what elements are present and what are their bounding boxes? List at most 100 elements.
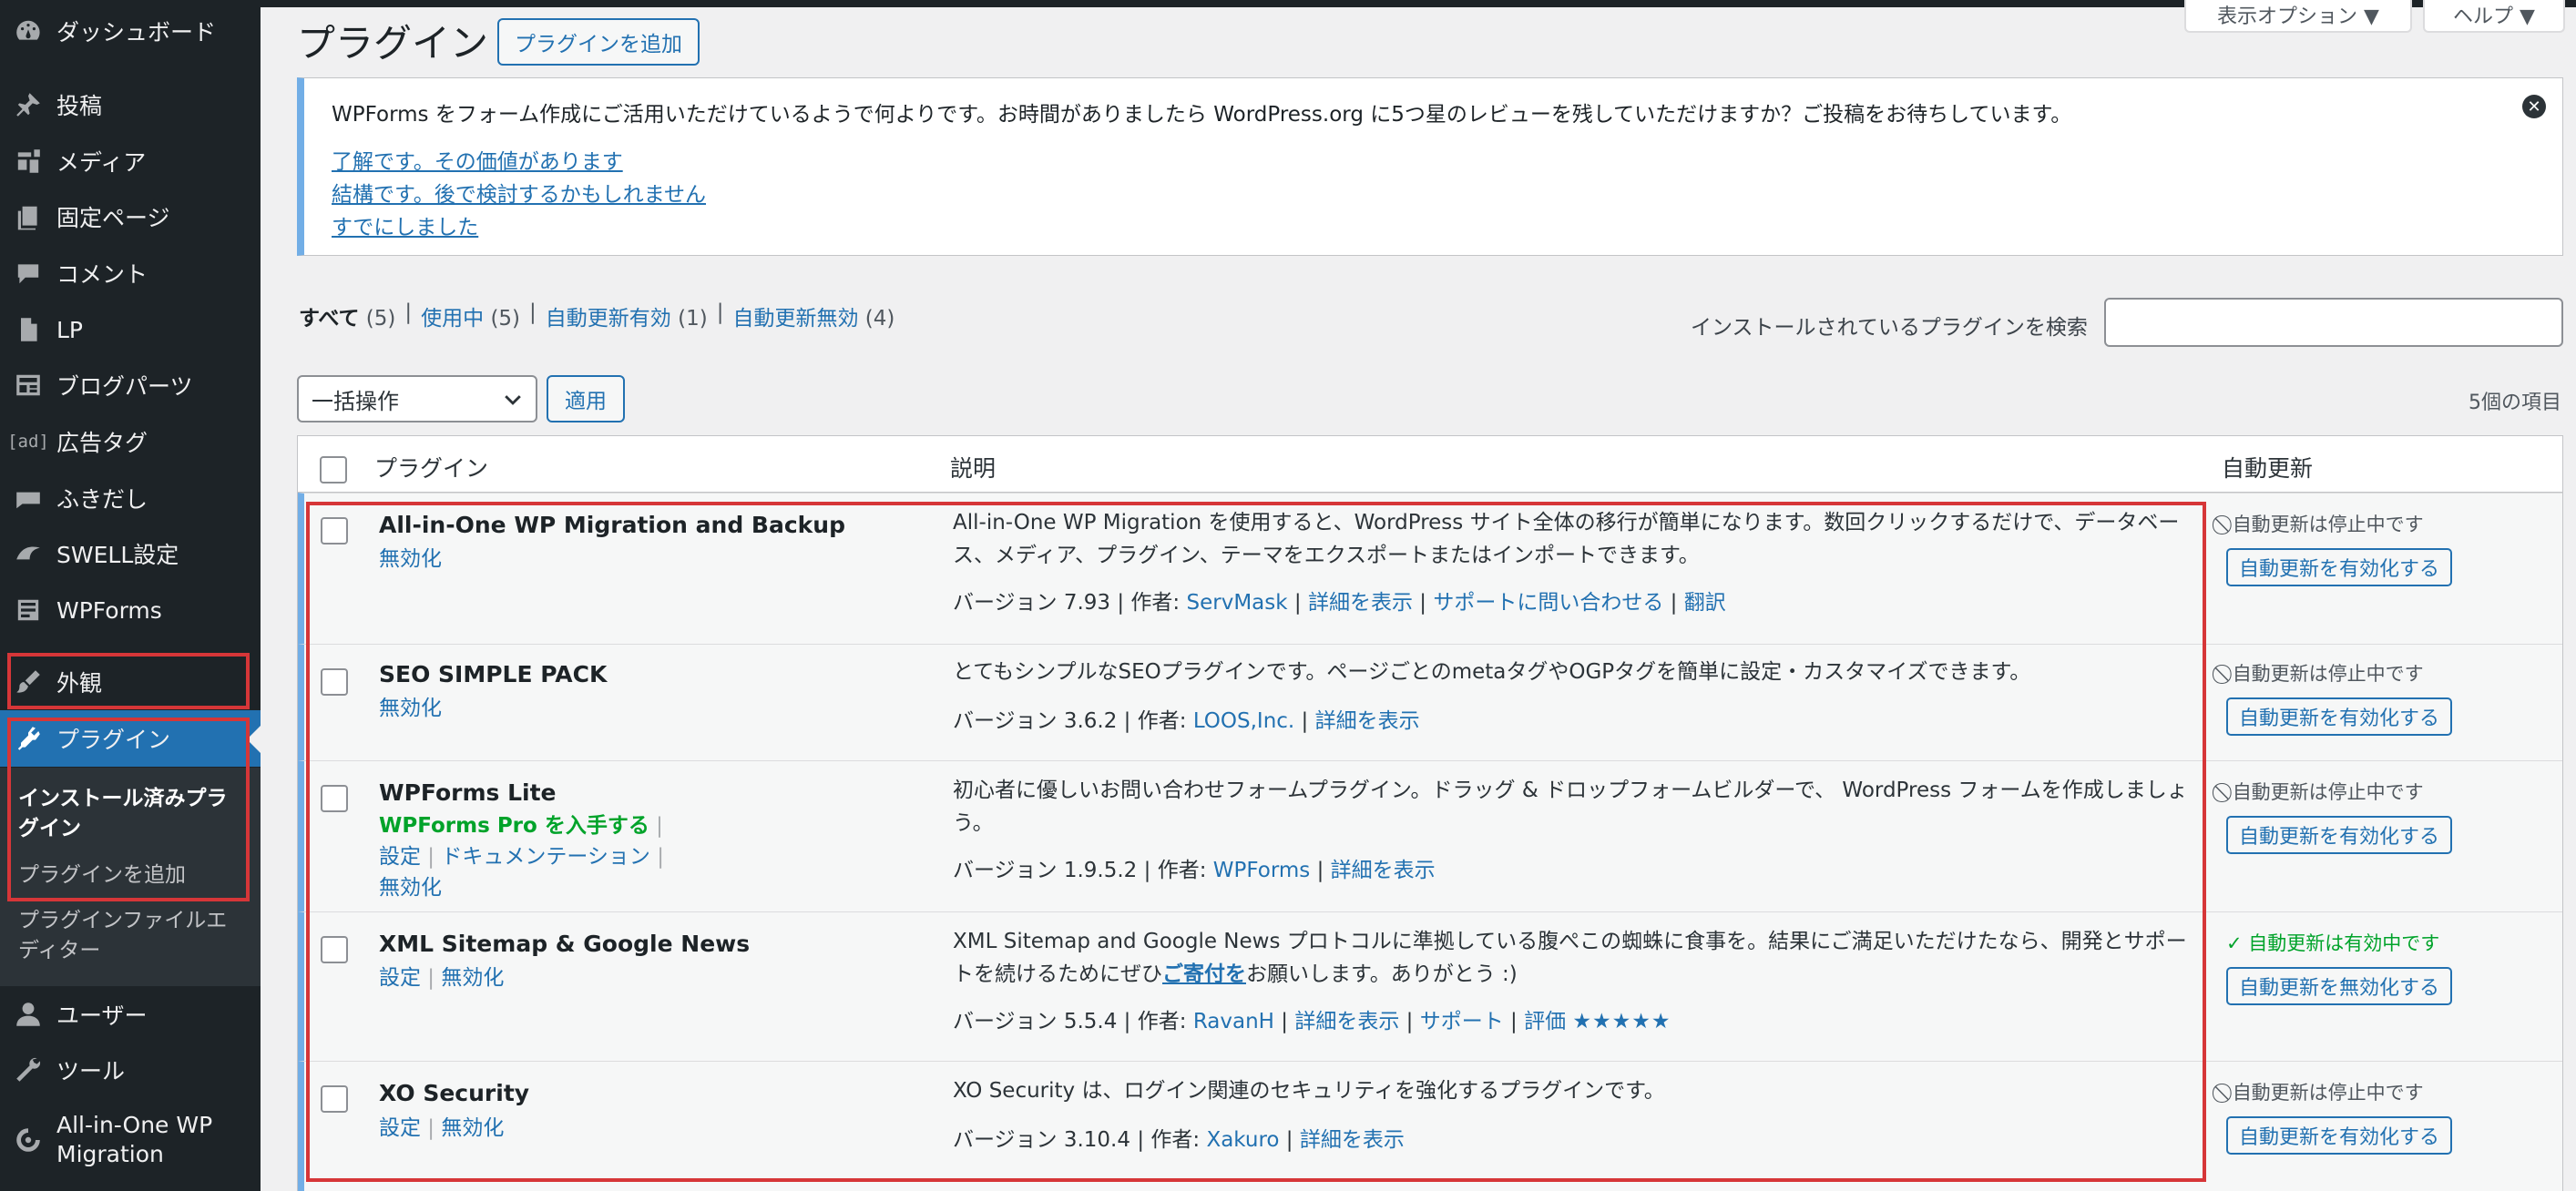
page-title: プラグイン [297,21,489,66]
sidebar-item-label: LP [56,316,84,343]
filter-auto-on-count: (1) [678,307,708,331]
form-icon [0,596,56,625]
sidebar-item-label: 固定ページ [56,205,170,231]
filter-active-label: 使用中 [421,307,485,331]
enable-auto-update-button[interactable]: 自動更新を有効化する [2226,816,2453,854]
filter-auto-update-enabled[interactable]: 自動更新有効 (1) [546,300,708,331]
sidebar-item-dashboard[interactable]: ダッシュボード [0,3,261,59]
sidebar-item-label: All-in-One WP Migration [56,1112,213,1167]
plugin-search-input[interactable] [2104,298,2563,347]
auto-update-status: ⃠ 自動更新は停止中です [2226,510,2424,537]
sidebar-item-posts[interactable]: 投稿 [0,76,261,133]
swell-icon [0,539,56,568]
dashboard-icon [0,16,56,46]
page-icon [0,202,56,231]
sidebar-item-label: ユーザー [56,1003,148,1029]
select-all-checkbox[interactable] [320,456,347,484]
filter-separator: | [716,300,724,324]
wrench-icon [0,1055,56,1084]
filter-auto-off-label: 自動更新無効 [732,307,859,331]
auto-update-status-text: 自動更新は有効中です [2248,932,2440,954]
add-plugin-button[interactable]: プラグインを追加 [497,18,700,66]
comment-icon [0,259,56,288]
plugin-status-filters: すべて (5) | 使用中 (5) | 自動更新有効 (1) | 自動更新無効 … [299,300,894,331]
sidebar-item-label: 投稿 [56,93,103,119]
sidebar-item-label: コメント [56,261,148,288]
ad-icon: [ad] [0,432,56,452]
screen-options-tab[interactable]: 表示オプション ▼ [2184,0,2412,33]
disable-auto-update-button[interactable]: 自動更新を無効化する [2226,967,2453,1005]
auto-update-status: ⃠ 自動更新は停止中です [2226,659,2424,687]
filter-separator: | [404,300,413,324]
media-icon [0,147,56,176]
migration-icon [0,1125,56,1155]
column-description: 説明 [950,455,997,482]
user-icon [0,1000,56,1029]
submenu-plugin-file-editor[interactable]: プラグインファイルエディター [18,906,246,966]
sidebar-item-swell-settings[interactable]: SWELL設定 [0,525,261,582]
enable-auto-update-button[interactable]: 自動更新を有効化する [2226,548,2453,586]
notice-link-worth-it[interactable]: 了解です。その価値があります [332,144,623,175]
sidebar-item-label: ブログパーツ [56,373,193,400]
sidebar-item-pages[interactable]: 固定ページ [0,188,261,245]
auto-update-status-text: 自動更新は停止中です [2232,1082,2424,1104]
filter-auto-on-label: 自動更新有効 [545,307,671,331]
items-count: 5個の項目 [2469,392,2561,414]
sidebar-item-blog-parts[interactable]: ブログパーツ [0,357,261,413]
highlight-plugin-rows [306,502,2206,1182]
auto-update-status: ⃠ 自動更新は停止中です [2226,1078,2424,1105]
column-auto-update: 自動更新 [2222,455,2314,482]
filter-auto-off-count: (4) [864,307,895,331]
auto-update-status-text: 自動更新は停止中です [2232,781,2424,803]
checkmark-icon: ✓ [2226,932,2243,954]
wpforms-review-notice: WPForms をフォーム作成にご活用いただけているようで何よりです。お時間があ… [297,77,2563,256]
filter-auto-update-disabled[interactable]: 自動更新無効 (4) [732,300,894,331]
sidebar-item-lp[interactable]: LP [0,301,261,358]
auto-update-status: ⃠ 自動更新は停止中です [2226,778,2424,805]
sidebar-item-media[interactable]: メディア [0,133,261,189]
sidebar-item-label: 広告タグ [56,430,148,456]
document-icon [0,315,56,344]
speech-bubble-icon [0,484,56,513]
notice-message: WPForms をフォーム作成にご活用いただけているようで何よりです。お時間があ… [332,103,2072,127]
layout-icon [0,371,56,400]
admin-sidebar: ダッシュボード 投稿 メディア 固定ページ コメント LP ブログパーツ [ad… [0,0,261,1191]
apply-button[interactable]: 適用 [547,375,625,422]
bulk-action-value: 一括操作 [312,388,399,414]
highlight-appearance [7,653,250,709]
sidebar-item-label: ダッシュボード [56,19,217,46]
sidebar-item-label: WPForms [56,596,162,624]
close-icon[interactable]: ✕ [2522,95,2546,118]
sidebar-item-tools[interactable]: ツール [0,1042,261,1098]
filter-separator: | [529,300,537,324]
sidebar-item-ad-tags[interactable]: [ad] 広告タグ [0,413,261,470]
enable-auto-update-button[interactable]: 自動更新を有効化する [2226,697,2453,736]
sidebar-item-label: ふきだし [56,486,148,513]
sidebar-item-label: SWELL設定 [56,542,179,568]
sidebar-item-users[interactable]: ユーザー [0,986,261,1043]
auto-update-status-text: 自動更新は停止中です [2232,514,2424,535]
filter-active[interactable]: 使用中 (5) [421,300,520,331]
column-plugin[interactable]: プラグイン [374,451,488,484]
pin-icon [0,90,56,119]
auto-update-status-text: 自動更新は停止中です [2232,663,2424,685]
filter-all[interactable]: すべて (5) [299,300,395,331]
sidebar-item-all-in-one-migration[interactable]: All-in-One WP Migration [0,1100,261,1180]
sidebar-item-fukidashi[interactable]: ふきだし [0,470,261,526]
notice-link-maybe-later[interactable]: 結構です。後で検討するかもしれません [332,177,706,208]
sidebar-item-label: ツール [56,1058,126,1084]
notice-link-already-did[interactable]: すでにしました [332,209,478,240]
sidebar-item-wpforms[interactable]: WPForms [0,582,261,638]
filter-all-label: すべて [299,307,360,331]
search-label: インストールされているプラグインを検索 [1691,316,2088,340]
auto-update-status: ✓ 自動更新は有効中です [2226,929,2439,956]
highlight-plugins [7,718,250,901]
sidebar-item-comments[interactable]: コメント [0,245,261,301]
filter-active-count: (5) [490,307,521,331]
bulk-action-select[interactable]: 一括操作 [297,375,537,422]
help-tab[interactable]: ヘルプ ▼ [2423,0,2565,33]
filter-all-count: (5) [365,307,396,331]
enable-auto-update-button[interactable]: 自動更新を有効化する [2226,1116,2453,1155]
sidebar-item-label: メディア [56,149,147,176]
ad-icon-text: [ad] [7,432,49,452]
